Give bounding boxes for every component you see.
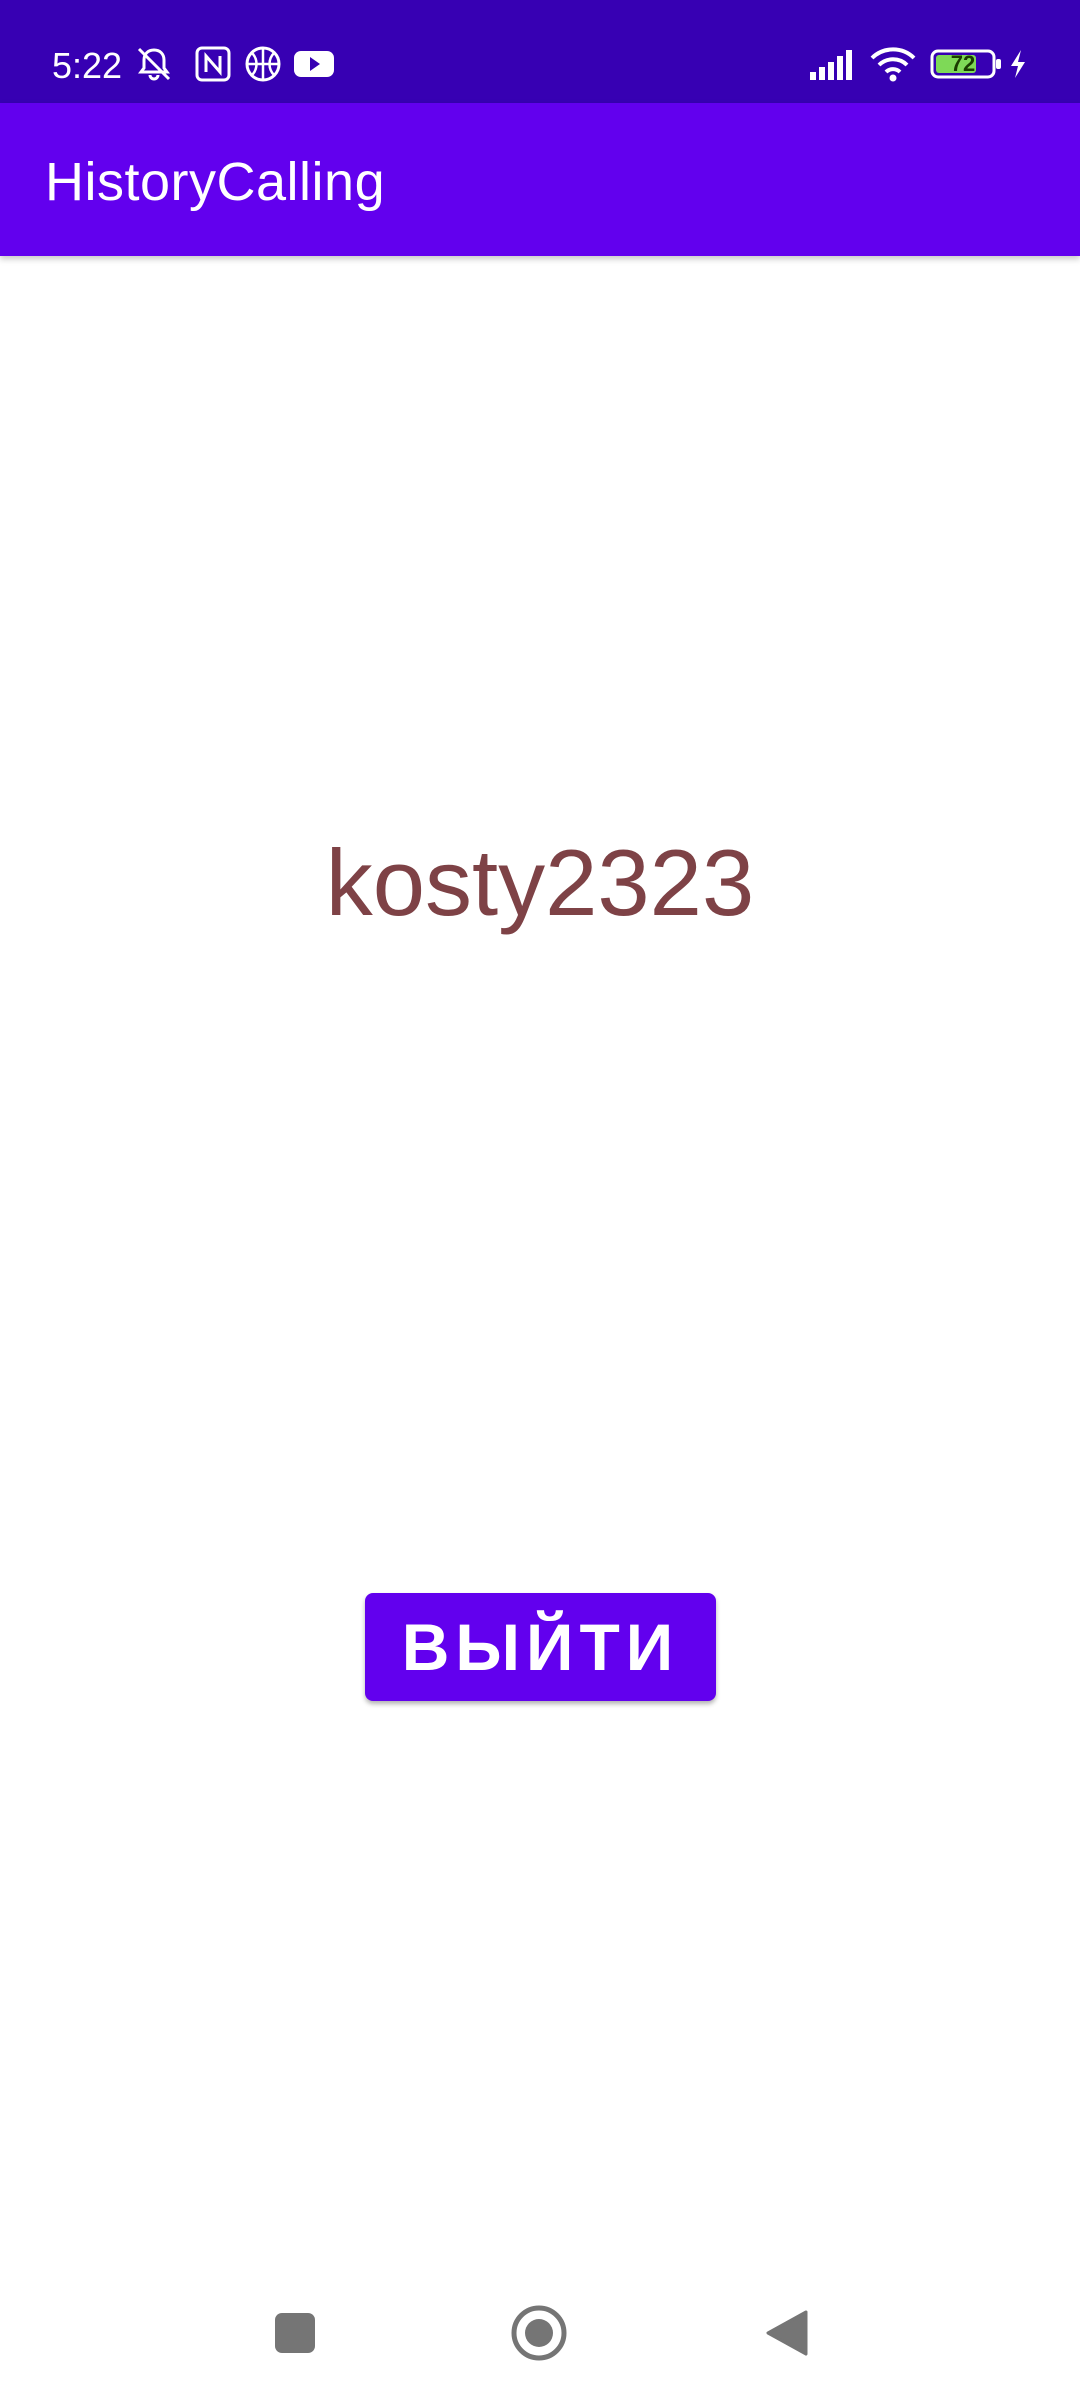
battery-level: 72 <box>950 51 976 76</box>
logout-button[interactable]: ВЫЙТИ <box>365 1593 716 1701</box>
nav-bar <box>0 2270 1080 2400</box>
home-button[interactable] <box>504 2298 574 2368</box>
back-icon <box>764 2308 810 2358</box>
nfc-icon <box>193 44 233 84</box>
recents-button[interactable] <box>260 2298 330 2368</box>
battery-icon: 72 <box>930 44 1004 84</box>
screen: 5:22 72 HistoryCalling kosty2323 ВЫЙТИ <box>0 0 1080 2400</box>
username-label: kosty2323 <box>325 830 755 935</box>
charging-icon <box>1006 44 1030 84</box>
logout-button-label: ВЫЙТИ <box>401 1610 680 1684</box>
youtube-icon <box>292 44 336 84</box>
muted-bell-icon <box>134 44 174 84</box>
app-title: HistoryCalling <box>45 152 386 212</box>
status-time: 5:22 <box>52 45 123 86</box>
app-bar: HistoryCalling <box>0 103 1080 256</box>
basketball-icon <box>243 44 283 84</box>
recents-icon <box>273 2311 317 2355</box>
signal-icon <box>808 44 858 84</box>
back-button[interactable] <box>752 2298 822 2368</box>
status-bar: 5:22 72 <box>0 0 1080 103</box>
home-icon <box>509 2303 569 2363</box>
wifi-icon <box>868 44 918 84</box>
